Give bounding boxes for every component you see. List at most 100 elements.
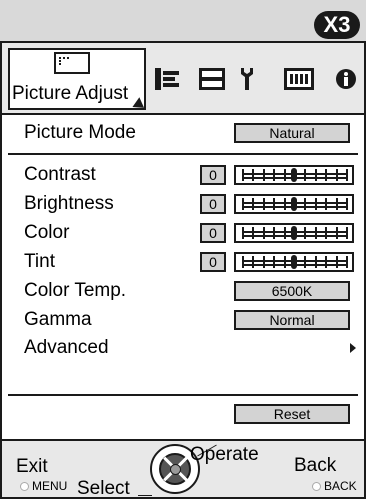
menu-hint: MENU: [20, 479, 67, 493]
slider-tick: [335, 169, 338, 181]
slider-tick: [283, 227, 286, 239]
color-temp-label: Color Temp.: [24, 280, 127, 301]
slider-tick: [346, 169, 348, 181]
slider-tick: [283, 169, 286, 181]
slider-tick: [273, 198, 276, 210]
slider-tick: [283, 198, 286, 210]
slider-tick: [273, 227, 276, 239]
slider-knob[interactable]: [291, 197, 297, 211]
battery-icon[interactable]: [284, 65, 314, 93]
advanced-label: Advanced: [24, 337, 109, 358]
button-dot-icon: [20, 482, 29, 491]
reset-row[interactable]: Reset: [24, 401, 362, 427]
dpad-center: [170, 464, 181, 475]
slider-tick: [242, 169, 244, 181]
settings-panel: Picture Adjust Picture Mode Natural Cont…: [0, 41, 366, 499]
slider-tick: [242, 227, 244, 239]
slider-tick: [325, 227, 328, 239]
footer-bar: Exit MENU Select Operate Back BACK: [2, 439, 364, 499]
advanced-row[interactable]: Advanced: [24, 335, 362, 361]
slider-tick: [262, 169, 265, 181]
color-slider[interactable]: [234, 223, 354, 243]
slider-tick: [335, 256, 338, 268]
select-label: Select: [77, 478, 130, 499]
exit-label: Exit: [16, 456, 48, 477]
back-label: Back: [294, 455, 337, 476]
slider-tick: [314, 256, 317, 268]
submenu-arrow-icon: [350, 343, 356, 353]
menu-key-label: MENU: [32, 479, 68, 493]
back-hint: BACK: [312, 479, 357, 493]
slider-tick: [346, 227, 348, 239]
tab-bar: Picture Adjust: [2, 43, 364, 115]
slider-tick: [273, 169, 276, 181]
contrast-row[interactable]: Contrast 0: [24, 162, 362, 188]
slider-tick: [335, 227, 338, 239]
brightness-row[interactable]: Brightness 0: [24, 191, 362, 217]
picture-mode-row[interactable]: Picture Mode Natural: [24, 120, 362, 146]
wrench-icon[interactable]: [236, 65, 258, 93]
back-key-label: BACK: [324, 479, 357, 493]
contrast-slider[interactable]: [234, 165, 354, 185]
tint-slider[interactable]: [234, 252, 354, 272]
slider-tick: [262, 256, 265, 268]
tab-label: Picture Adjust: [12, 83, 129, 104]
picture-mode-value[interactable]: Natural: [234, 123, 350, 143]
color-value: 0: [200, 223, 226, 243]
slider-tick: [304, 227, 307, 239]
contrast-label: Contrast: [24, 164, 96, 185]
color-row[interactable]: Color 0: [24, 220, 362, 246]
slider-tick: [314, 169, 317, 181]
leader-line: [138, 495, 152, 496]
slider-tick: [335, 198, 338, 210]
screen-icon[interactable]: [198, 65, 226, 93]
slider-knob[interactable]: [291, 168, 297, 182]
divider: [8, 153, 358, 155]
slider-tick: [346, 256, 348, 268]
gamma-value[interactable]: Normal: [234, 310, 350, 330]
slider-tick: [242, 256, 244, 268]
slider-tick: [252, 227, 255, 239]
slider-tick: [325, 169, 328, 181]
slider-tick: [304, 169, 307, 181]
contrast-value: 0: [200, 165, 226, 185]
slider-tick: [252, 256, 255, 268]
reset-button[interactable]: Reset: [234, 404, 350, 424]
slider-tick: [304, 198, 307, 210]
color-temp-row[interactable]: Color Temp. 6500K: [24, 278, 362, 304]
slider-tick: [242, 198, 244, 210]
operate-label: Operate: [190, 444, 259, 465]
brightness-slider[interactable]: [234, 194, 354, 214]
slider-tick: [252, 169, 255, 181]
model-badge: X3: [314, 11, 360, 39]
slider-tick: [325, 198, 328, 210]
color-label: Color: [24, 222, 70, 243]
tint-label: Tint: [24, 251, 55, 272]
picture-mode-label: Picture Mode: [24, 122, 136, 143]
signal-bars-icon[interactable]: [152, 65, 182, 93]
info-icon[interactable]: [334, 65, 358, 93]
button-dot-icon: [312, 482, 321, 491]
tab-picture-adjust[interactable]: Picture Adjust: [8, 48, 146, 110]
slider-knob[interactable]: [291, 255, 297, 269]
brightness-value: 0: [200, 194, 226, 214]
slider-tick: [314, 227, 317, 239]
slider-tick: [252, 198, 255, 210]
gamma-label: Gamma: [24, 309, 92, 330]
slider-tick: [262, 227, 265, 239]
slider-tick: [314, 198, 317, 210]
color-temp-value[interactable]: 6500K: [234, 281, 350, 301]
slider-tick: [325, 256, 328, 268]
slider-tick: [304, 256, 307, 268]
tint-row[interactable]: Tint 0: [24, 249, 362, 275]
slider-tick: [346, 198, 348, 210]
gamma-row[interactable]: Gamma Normal: [24, 307, 362, 333]
brightness-label: Brightness: [24, 193, 114, 214]
divider: [8, 394, 358, 396]
tint-value: 0: [200, 252, 226, 272]
slider-tick: [273, 256, 276, 268]
slider-tick: [262, 198, 265, 210]
slider-knob[interactable]: [291, 226, 297, 240]
picture-icon: [54, 52, 90, 74]
slider-tick: [283, 256, 286, 268]
